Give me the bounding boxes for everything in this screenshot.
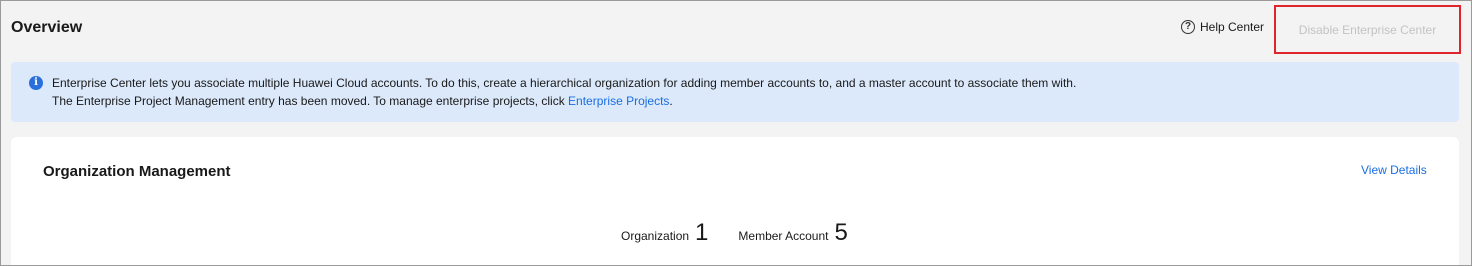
- banner-line-2-text: The Enterprise Project Management entry …: [52, 94, 569, 108]
- banner-line-2-suffix: .: [669, 94, 673, 108]
- member-account-stat-label: Member Account: [738, 229, 829, 243]
- disable-enterprise-center-label: Disable Enterprise Center: [1298, 22, 1437, 37]
- view-details-link[interactable]: View Details: [1361, 163, 1427, 177]
- org-stats: Organization 1 Member Account 5: [621, 219, 848, 247]
- member-account-stat-value: 5: [834, 219, 848, 246]
- help-center-link[interactable]: ? Help Center: [1181, 20, 1264, 34]
- help-center-label: Help Center: [1200, 20, 1265, 34]
- card-title: Organization Management: [43, 163, 231, 180]
- banner-line-1: Enterprise Center lets you associate mul…: [52, 76, 1077, 90]
- info-banner: i Enterprise Center lets you associate m…: [11, 62, 1459, 122]
- organization-stat-label: Organization: [621, 229, 690, 243]
- enterprise-projects-link[interactable]: Enterprise Projects: [568, 94, 669, 108]
- question-circle-icon: ?: [1181, 20, 1195, 34]
- disable-enterprise-center-button[interactable]: Disable Enterprise Center: [1274, 5, 1461, 54]
- page-title: Overview: [11, 19, 83, 36]
- organization-stat-value: 1: [695, 219, 709, 246]
- banner-line-2: The Enterprise Project Management entry …: [52, 94, 673, 108]
- info-circle-icon: i: [29, 76, 43, 90]
- organization-management-card: Organization Management View Details Org…: [11, 137, 1459, 266]
